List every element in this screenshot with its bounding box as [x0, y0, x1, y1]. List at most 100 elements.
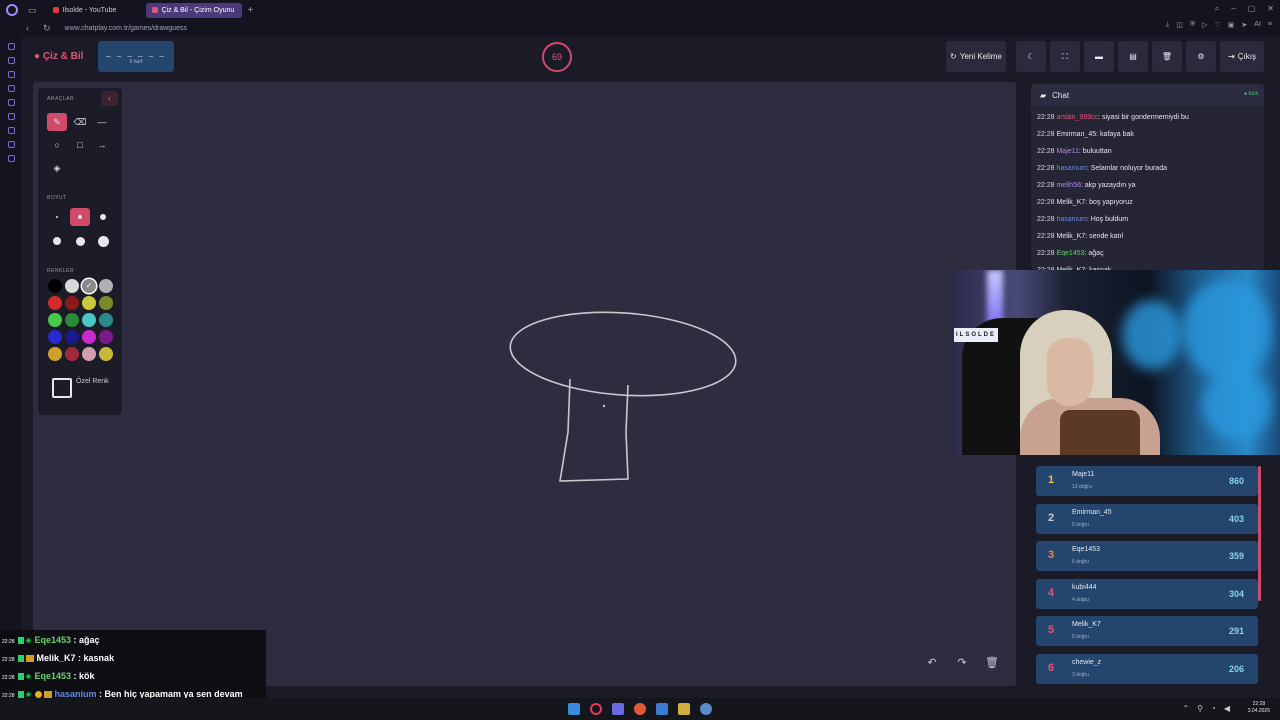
color-swatch[interactable]	[65, 296, 79, 310]
line-icon: —	[97, 117, 107, 127]
color-swatch[interactable]	[99, 313, 113, 327]
sidebar-app-icon[interactable]	[8, 71, 15, 78]
sidebar-app-icon[interactable]	[8, 99, 15, 106]
rectangle-tool-button[interactable]: □	[70, 136, 90, 154]
delete-button[interactable]: 🗑	[1152, 41, 1182, 72]
color-swatch[interactable]	[65, 330, 79, 344]
keyboard-button[interactable]: ▬	[1084, 41, 1114, 72]
brush-size-button[interactable]	[70, 208, 90, 226]
color-swatch[interactable]	[82, 296, 96, 310]
leaderboard-scrollbar[interactable]	[1258, 466, 1261, 601]
sidebar-app-icon[interactable]	[8, 141, 15, 148]
color-swatch[interactable]	[99, 296, 113, 310]
reload-icon[interactable]: ↻	[43, 23, 51, 34]
color-swatch[interactable]: ✓	[82, 279, 96, 293]
taskbar-clock[interactable]: 22:28 3.04.2026	[1248, 701, 1270, 715]
opera-logo-icon[interactable]	[6, 4, 18, 16]
chat-username[interactable]: Maje11	[1056, 148, 1078, 155]
color-swatch[interactable]	[82, 347, 96, 361]
chat-username[interactable]: Eqe1453	[1056, 250, 1084, 257]
minimize-icon[interactable]: –	[1231, 4, 1235, 14]
chat-username[interactable]: arslan_999cc	[1056, 114, 1098, 121]
dark-mode-button[interactable]: ☾	[1016, 41, 1046, 72]
eraser-tool-button[interactable]: ⌫	[70, 113, 90, 131]
wifi-icon[interactable]: ◔	[1211, 704, 1216, 713]
color-swatch[interactable]	[99, 330, 113, 344]
app-brand[interactable]: ● Çiz & Bil	[34, 51, 83, 62]
sidebar-app-icon[interactable]	[8, 43, 15, 50]
send-icon[interactable]: ➤	[1241, 21, 1247, 29]
sidebar-app-icon[interactable]	[8, 57, 15, 64]
play-icon[interactable]: ▷	[1202, 21, 1207, 29]
color-swatch[interactable]	[65, 347, 79, 361]
color-swatch[interactable]	[99, 347, 113, 361]
windows-start-icon[interactable]	[568, 703, 580, 715]
settings-button[interactable]: ⚙	[1186, 41, 1216, 72]
archive-button[interactable]: ▤	[1118, 41, 1148, 72]
tab-ciz-bil[interactable]: Çiz & Bil - Çizim Oyunu	[145, 2, 242, 18]
tab-youtube[interactable]: Ilsolde - YouTube	[47, 3, 143, 18]
opera-taskbar-icon[interactable]	[590, 703, 602, 715]
steam-taskbar-icon[interactable]	[700, 703, 712, 715]
sidebar-app-icon[interactable]	[8, 127, 15, 134]
chat-username[interactable]: Emirman_45	[1056, 131, 1096, 138]
arrow-tool-button[interactable]: →	[92, 136, 112, 154]
color-swatch[interactable]	[65, 279, 79, 293]
fill-bucket-tool-button[interactable]: ◈	[47, 159, 67, 177]
color-swatch[interactable]	[48, 347, 62, 361]
color-swatch[interactable]	[82, 330, 96, 344]
volume-icon[interactable]: ◀	[1224, 704, 1230, 713]
color-swatch[interactable]	[65, 313, 79, 327]
new-word-button[interactable]: ↻ Yeni Kelime	[946, 41, 1006, 72]
discord-taskbar-icon[interactable]	[612, 703, 624, 715]
circle-tool-button[interactable]: ○	[47, 136, 67, 154]
color-swatch[interactable]	[48, 313, 62, 327]
menu-icon[interactable]: ≡	[1268, 21, 1272, 29]
url-field[interactable]: www.chatplay.com.tr/games/drawguess	[65, 25, 187, 32]
chat-username[interactable]: Melik_K7	[1056, 199, 1085, 206]
back-icon[interactable]: ‹	[26, 23, 29, 33]
chat-username[interactable]: hasanium	[1056, 165, 1086, 172]
search-tabs-icon[interactable]: ⌕	[1215, 4, 1219, 14]
explorer-taskbar-icon[interactable]	[678, 703, 690, 715]
new-tab-icon[interactable]: +	[248, 5, 254, 16]
sidebar-app-icon[interactable]	[8, 113, 15, 120]
fullscreen-button[interactable]: ⛶	[1050, 41, 1080, 72]
color-swatch[interactable]	[82, 313, 96, 327]
shield-icon[interactable]: ⛨	[1190, 21, 1195, 29]
brush-size-button[interactable]	[93, 232, 113, 250]
download-icon[interactable]: ⤓	[1166, 21, 1169, 29]
camera-icon[interactable]: ◫	[1176, 21, 1183, 29]
sidebar-app-icon[interactable]	[8, 85, 15, 92]
collapse-panel-button[interactable]: ‹	[101, 91, 118, 106]
maximize-icon[interactable]: ▢	[1248, 4, 1256, 14]
obs-taskbar-icon[interactable]	[656, 703, 668, 715]
chevron-up-icon[interactable]: ⌃	[1182, 704, 1189, 713]
clear-canvas-button[interactable]: 🗑	[981, 651, 1003, 673]
color-swatch[interactable]	[99, 279, 113, 293]
custom-color-button[interactable]	[52, 378, 72, 398]
brush-size-button[interactable]	[47, 208, 67, 226]
color-swatch[interactable]	[48, 279, 62, 293]
redo-button[interactable]: ↷	[951, 651, 973, 673]
brush-size-button[interactable]	[70, 232, 90, 250]
wallet-icon[interactable]: ▣	[1228, 21, 1235, 29]
color-swatch[interactable]	[48, 296, 62, 310]
undo-button[interactable]: ↶	[921, 651, 943, 673]
close-icon[interactable]: ✕	[1267, 4, 1274, 14]
brush-size-button[interactable]	[47, 232, 67, 250]
tab-list-icon[interactable]: ▭	[28, 5, 37, 16]
sidebar-app-icon[interactable]	[8, 155, 15, 162]
exit-button[interactable]: ⇥ Çıkış	[1220, 41, 1264, 72]
chat-username[interactable]: Melik_K7	[1056, 233, 1085, 240]
line-tool-button[interactable]: —	[92, 113, 112, 131]
ai-icon[interactable]: AI	[1254, 21, 1261, 29]
pencil-tool-button[interactable]: ✎	[47, 113, 67, 131]
heart-icon[interactable]: ♡	[1215, 21, 1221, 29]
chat-username[interactable]: melih56	[1056, 182, 1081, 189]
color-swatch[interactable]	[48, 330, 62, 344]
chat-username[interactable]: hasanium	[1056, 216, 1086, 223]
location-icon[interactable]: ⚲	[1197, 704, 1203, 713]
brush-size-button[interactable]	[93, 208, 113, 226]
chrome-taskbar-icon[interactable]	[634, 703, 646, 715]
